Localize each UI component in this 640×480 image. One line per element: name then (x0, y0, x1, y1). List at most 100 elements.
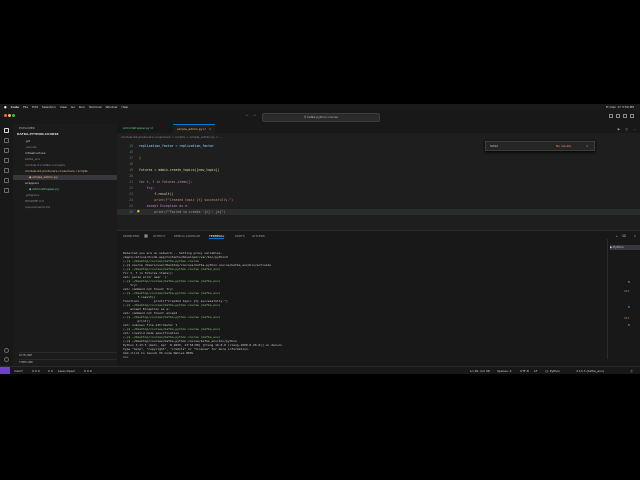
lightbulb-icon[interactable]: ● (137, 209, 140, 213)
menu-go[interactable]: Go (71, 105, 75, 109)
branch-status[interactable]: main* (14, 369, 23, 373)
timeline-section[interactable]: TIMELINE (19, 359, 123, 365)
tab-problems[interactable]: PROBLEMS (123, 234, 139, 238)
source-control-icon[interactable] (4, 148, 9, 153)
eol-status[interactable]: LF (534, 369, 537, 373)
menu-view[interactable]: View (60, 105, 67, 109)
breadcrumb[interactable]: module-02-producers-consumers > scripts … (121, 135, 222, 139)
code-text: for t, f in futures.items(): (139, 180, 193, 184)
run-debug-icon[interactable] (4, 158, 9, 163)
extensions-icon[interactable] (4, 168, 9, 173)
account-icon[interactable] (4, 348, 9, 353)
menu-selection[interactable]: Selection (42, 105, 56, 109)
problems-status[interactable]: 0 0 (48, 369, 53, 373)
menu-run[interactable]: Run (79, 105, 85, 109)
terminal-marker: 5 (628, 323, 630, 327)
close-panel-icon[interactable]: × (633, 234, 636, 238)
tree-item-simple-admin-label: simple_admin.py (32, 175, 58, 179)
language-mode[interactable]: {} Python (545, 369, 560, 373)
explorer-sidebar: EXPLORER KAFKA-PYTHON-COURSE .git .vscod… (13, 124, 123, 366)
kill-terminal-icon[interactable]: ⌫ (622, 234, 626, 238)
tree-item-infrastructure[interactable]: infrastructure (25, 151, 129, 156)
encoding-status[interactable]: UTF-8 (520, 369, 529, 373)
tree-item-simple-admin[interactable]: ◆ simple_admin.py (13, 175, 117, 180)
tree-item-module-02-scripts[interactable]: module-02-producers-consumers / scripts (25, 169, 129, 174)
menu-help[interactable]: Help (121, 105, 128, 109)
toggle-sidebar-icon[interactable] (609, 114, 614, 118)
sync-status[interactable]: 0 0 0 (32, 369, 40, 373)
code-text: try: (139, 186, 155, 190)
outline-section[interactable]: OUTLINE (19, 352, 123, 358)
find-close-icon[interactable]: × (586, 144, 589, 148)
maximize-window-icon[interactable] (11, 114, 15, 117)
find-input[interactable]: SOS2 (490, 144, 498, 148)
tab-terminal[interactable]: TERMINAL (209, 234, 225, 239)
forward-arrow-icon[interactable]: → (253, 113, 256, 117)
remote-indicator[interactable] (0, 367, 10, 374)
explorer-header: EXPLORER (19, 126, 35, 130)
notifications-bell-icon[interactable]: ♫ (630, 369, 633, 373)
tab-adminwrapper[interactable]: AdminWrapper.py U (119, 124, 157, 133)
search-view-icon[interactable] (4, 138, 9, 143)
close-tab-icon[interactable]: × (209, 127, 212, 131)
line-number: 26 (129, 210, 133, 214)
code-text: ) (139, 156, 141, 160)
split-editor-icon[interactable]: ◫ (625, 127, 628, 131)
menu-edit[interactable]: Edit (32, 105, 38, 109)
tree-item-git[interactable]: .git (25, 139, 129, 144)
customize-layout-icon[interactable] (630, 114, 634, 118)
code-text: print(f"Created topic {t} successfully."… (139, 198, 234, 202)
testing-icon[interactable] (4, 178, 9, 183)
command-center-search[interactable]: ⚲ kafka-python-course (262, 113, 380, 122)
menu-code[interactable]: Code (11, 105, 19, 109)
tab-debug-console[interactable]: DEBUG CONSOLE (174, 234, 200, 238)
toggle-secondary-sidebar-icon[interactable] (623, 114, 628, 118)
statusbar: main* 0 0 0 0 0 Launchpad 0 0 0 Ln 26, C… (0, 366, 640, 374)
tree-item-vscode[interactable]: .vscode (25, 145, 129, 150)
ports-status[interactable]: 0 0 0 (84, 369, 92, 373)
activity-bar (0, 124, 14, 366)
apple-icon[interactable]: ● (4, 105, 7, 109)
code-line-active[interactable]: 26 print(f"Failed to create '{t}': {e}") (117, 209, 640, 215)
menu-file[interactable]: File (23, 105, 28, 109)
tab-simple-admin[interactable]: simple_admin.py U × (173, 124, 216, 134)
tree-item-gitignore[interactable]: .gitignore (25, 193, 129, 198)
tab-output[interactable]: OUTPUT (153, 234, 165, 238)
explorer-icon[interactable] (4, 128, 9, 133)
terminal-instance-python[interactable]: ▶ Python (610, 245, 640, 250)
terminal-view[interactable]: Detected you are on network... Setting p… (117, 251, 597, 363)
code-text: futures = admin.create_topics([new_topic… (139, 168, 220, 172)
back-arrow-icon[interactable]: ← (246, 113, 249, 117)
tree-item-adminwrapper[interactable]: ◆ AdminWrapper.py (13, 187, 117, 192)
tree-item-module-01[interactable]: module-01-kafka-concepts (25, 163, 129, 168)
indentation-status[interactable]: Spaces: 4 (497, 369, 512, 373)
problems-count-badge: 1 (144, 234, 148, 238)
menu-window[interactable]: Window (106, 105, 118, 109)
run-python-icon[interactable]: ▶ (618, 127, 620, 131)
tab-ports[interactable]: PORTS (235, 234, 245, 238)
menu-terminal[interactable]: Terminal (89, 105, 102, 109)
new-terminal-icon[interactable]: + (615, 234, 618, 238)
tab-gitlens[interactable]: GITLENS (252, 234, 265, 238)
traffic-lights (4, 114, 15, 118)
more-actions-icon[interactable]: ⋯ (633, 127, 636, 131)
close-window-icon[interactable] (4, 114, 7, 117)
minimize-window-icon[interactable] (7, 114, 11, 117)
code-text: replication_factor = replication_factor (139, 144, 214, 148)
toggle-panel-icon[interactable] (616, 114, 621, 118)
code-text: print(f"Failed to create '{t}': {e}") (139, 210, 226, 214)
layout-controls (607, 114, 634, 119)
manage-gear-icon[interactable] (4, 357, 9, 362)
tree-item-wrappers[interactable]: wrappers (25, 181, 129, 186)
launchpad-status[interactable]: Launchpad (58, 369, 75, 373)
remote-explorer-icon[interactable] (4, 188, 9, 193)
tree-item-readme[interactable]: README.md (25, 199, 129, 204)
tree-item-kafka-env[interactable]: kafka_env (25, 157, 129, 162)
python-file-icon: ◆ (29, 187, 32, 191)
python-interpreter[interactable]: 3.13.3 (kafka_env) (576, 369, 604, 373)
find-result-count: No results (556, 144, 572, 148)
explorer-project-root[interactable]: KAFKA-PYTHON-COURSE (17, 132, 121, 137)
cursor-position[interactable]: Ln 26, Col 58 (470, 369, 490, 373)
tree-item-requirements[interactable]: requirements.txt (25, 205, 129, 210)
code-text: f.result() (139, 192, 174, 196)
